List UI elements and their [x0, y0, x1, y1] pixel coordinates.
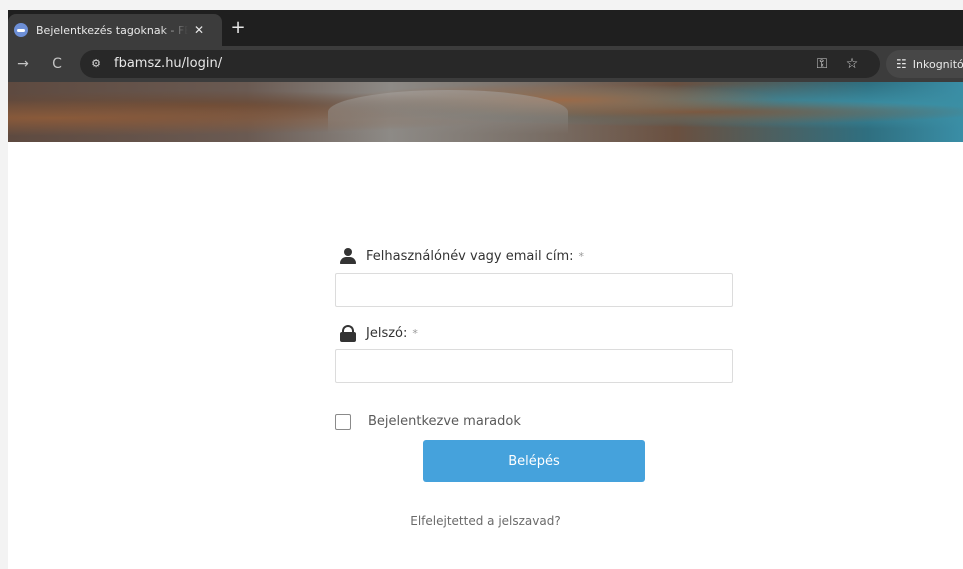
- incognito-icon: ☷: [896, 57, 907, 71]
- banner-fortress-wall: [328, 90, 568, 134]
- password-label-text: Jelszó:: [366, 325, 408, 341]
- required-mark: *: [578, 249, 585, 263]
- site-settings-icon[interactable]: ⚙: [86, 54, 106, 74]
- remember-me-label[interactable]: Bejelentkezve maradok: [368, 414, 521, 430]
- bookmark-star-icon[interactable]: ☆: [842, 54, 862, 74]
- forgot-password-link[interactable]: Elfelejtetted a jelszavad?: [410, 514, 560, 528]
- lock-icon: [339, 325, 357, 342]
- password-label: Jelszó: *: [339, 325, 418, 342]
- remember-me-checkbox[interactable]: [335, 414, 351, 430]
- back-arrow-icon[interactable]: →: [12, 53, 34, 75]
- username-input[interactable]: [335, 273, 733, 307]
- incognito-indicator[interactable]: ☷ Inkognitó: [886, 50, 963, 78]
- url-text[interactable]: fbamsz.hu/login/: [114, 56, 222, 72]
- new-tab-button[interactable]: +: [226, 16, 250, 40]
- login-button[interactable]: Belépés: [423, 440, 645, 482]
- password-key-icon[interactable]: ⚿: [812, 54, 832, 74]
- header-banner-image: [8, 82, 963, 142]
- user-icon: [339, 248, 357, 264]
- forgot-password-container: Elfelejtetted a jelszavad?: [8, 510, 963, 529]
- username-label-text: Felhasználónév vagy email cím:: [366, 248, 574, 264]
- address-bar[interactable]: ⚙ fbamsz.hu/login/ ⚿ ☆: [80, 50, 880, 78]
- browser-tab[interactable]: Bejelentkezés tagoknak - FBAMSZ ✕: [8, 14, 222, 46]
- close-tab-icon[interactable]: ✕: [194, 23, 204, 37]
- browser-toolbar: → C ⚙ fbamsz.hu/login/ ⚿ ☆ ☷ Inkognitó: [8, 46, 963, 82]
- tab-title: Bejelentkezés tagoknak - FBAMSZ: [36, 23, 188, 37]
- incognito-label: Inkognitó: [912, 57, 963, 71]
- site-favicon-icon: [14, 23, 28, 37]
- required-mark: *: [412, 326, 418, 340]
- username-label: Felhasználónév vagy email cím: *: [339, 248, 584, 264]
- password-input[interactable]: [335, 349, 733, 383]
- browser-window: Bejelentkezés tagoknak - FBAMSZ ✕ + → C …: [8, 10, 963, 569]
- reload-icon[interactable]: C: [46, 53, 68, 75]
- tab-strip: Bejelentkezés tagoknak - FBAMSZ ✕ +: [8, 10, 963, 46]
